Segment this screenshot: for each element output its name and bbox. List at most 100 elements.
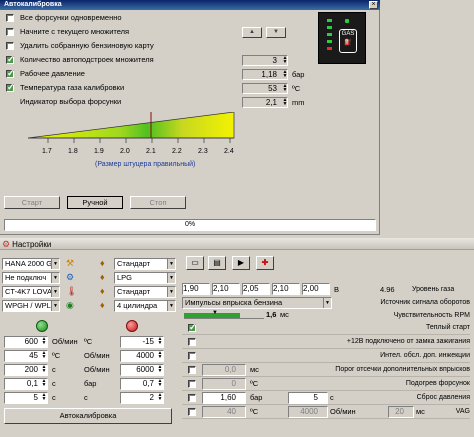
unit-label: с: [52, 379, 56, 388]
reducer-type-select[interactable]: Стандарт ▼: [114, 286, 176, 298]
unit-label: Об/мин: [84, 365, 110, 374]
spin-icon[interactable]: ▲ ▼: [281, 70, 289, 79]
spin-icon[interactable]: ▲ ▼: [40, 379, 48, 388]
spin-icon[interactable]: ▲ ▼: [281, 56, 289, 65]
progress-text: 0%: [184, 221, 196, 228]
reducer-icon: ♦: [100, 286, 105, 296]
settings-row-label: Порог отсечки дополнительных впрысков: [335, 366, 470, 373]
settings-row-label: +12В подключено от замка зажигания: [346, 338, 470, 345]
settings-row-checkbox[interactable]: [188, 380, 196, 388]
unit-label: бар: [250, 393, 263, 402]
pressure-sensor-select[interactable]: WPGH / WPL ▼: [2, 300, 60, 312]
spin-icon[interactable]: ▲ ▼: [156, 379, 164, 388]
window-title: Автокалибровка: [4, 1, 62, 8]
chevron-down-icon: ▼: [51, 287, 59, 297]
spin-icon[interactable]: ▲ ▼: [281, 98, 289, 107]
settings-row-value-3[interactable]: 20: [388, 406, 414, 418]
settings-row-value[interactable]: 0: [202, 378, 246, 390]
pressure-field-5[interactable]: 2,00: [302, 283, 330, 295]
slider-thumb-icon[interactable]: ▼: [212, 310, 218, 316]
rpm-sensitivity-label: Чувствительность RPM: [393, 312, 470, 319]
gas-level-value: 4.96: [380, 285, 395, 294]
app-icon: ⚙: [2, 239, 11, 249]
scale-tick-label: 2.2: [172, 148, 182, 155]
toolbar-button-1[interactable]: ▭: [186, 256, 204, 270]
cylinders-select[interactable]: 4 цилиндра ▼: [114, 300, 176, 312]
stop-button[interactable]: Стоп: [130, 196, 186, 209]
unit-label: Об/мин: [330, 407, 356, 416]
spin-icon[interactable]: ▲ ▼: [281, 84, 289, 93]
option-checkbox-all-injectors[interactable]: [6, 14, 14, 22]
chevron-down-icon: ▼: [51, 259, 59, 269]
scale-wedge: [28, 112, 235, 139]
settings-row-checkbox[interactable]: [188, 338, 196, 346]
settings-row-value[interactable]: 40: [202, 406, 246, 418]
option-label: Все форсунки одновременно: [20, 13, 122, 22]
settings-row-checkbox[interactable]: [188, 408, 196, 416]
option-checkbox-start-current[interactable]: [6, 28, 14, 36]
injector-type-select[interactable]: Стандарт ▼: [114, 258, 176, 270]
spin-icon[interactable]: ▲ ▼: [156, 365, 164, 374]
sensor-select[interactable]: Не подключ ▼: [2, 272, 60, 284]
option-checkbox-working-pressure[interactable]: [6, 68, 15, 79]
option-checkbox-gas-temperature[interactable]: [6, 82, 15, 93]
close-icon[interactable]: ×: [369, 1, 378, 9]
window-title: Настройки: [12, 240, 52, 249]
scale-tick-label: 1.9: [94, 148, 104, 155]
settings-row-checkbox[interactable]: [188, 366, 196, 374]
autocalibration-titlebar: Автокалибровка ×: [0, 0, 380, 10]
start-button[interactable]: Старт: [4, 196, 60, 209]
toolbar-button-3[interactable]: ▶: [232, 256, 250, 270]
scale-tick-label: 2.1: [146, 148, 156, 155]
toolbar-button-2[interactable]: ▤: [208, 256, 226, 270]
settings-row-value[interactable]: 1,60: [202, 392, 246, 404]
chevron-down-icon: ▼: [167, 287, 175, 297]
unit-label: ºC: [52, 351, 61, 360]
scale-tick-label: 2.3: [198, 148, 208, 155]
ecu-select[interactable]: HANA 2000 G ▼: [2, 258, 60, 270]
unit-label: ºC: [292, 84, 301, 93]
settings-row-checkbox[interactable]: [188, 394, 196, 402]
spin-icon[interactable]: ▲ ▼: [40, 337, 48, 346]
option-checkbox-autotune-count[interactable]: [6, 54, 15, 65]
unit-label: В: [334, 285, 340, 294]
gear-icon: ⚙: [66, 272, 75, 282]
unit-label: mm: [292, 98, 305, 107]
settings-row-checkbox[interactable]: [188, 322, 197, 333]
option-checkbox-delete-map[interactable]: [6, 42, 14, 50]
rpm-source-select[interactable]: Импульсы впрыска бензина ▼: [182, 297, 332, 309]
scale-tick-label: 1.7: [42, 148, 52, 155]
scale-tick-labels: 1.7 1.8 1.9 2.0 2.1 2.2 2.3 2.4: [28, 148, 240, 158]
gas-indicator-panel: GAS ⛽: [318, 12, 366, 64]
option-label: Количество автоподстроек множителя: [20, 55, 154, 64]
progress-bar: 0%: [4, 219, 376, 231]
spin-icon[interactable]: ▲ ▼: [40, 365, 48, 374]
settings-row-value-2[interactable]: 5: [288, 392, 328, 404]
spin-icon[interactable]: ▲ ▼: [40, 351, 48, 360]
pressure-field-4[interactable]: 2,10: [272, 283, 300, 295]
pressure-field-3[interactable]: 2,05: [242, 283, 270, 295]
scale-tick-label: 2.0: [120, 148, 130, 155]
pressure-field-2[interactable]: 2,10: [212, 283, 240, 295]
arrow-down-button[interactable]: ▼: [266, 27, 286, 38]
autocalibration-button[interactable]: Автокалибровка: [4, 408, 172, 424]
settings-row-checkbox[interactable]: [188, 352, 196, 360]
settings-row-value-2[interactable]: 4000: [288, 406, 328, 418]
temp-sensor-select[interactable]: CT-4K7 LOVA ▼: [2, 286, 60, 298]
spin-icon[interactable]: ▲ ▼: [156, 393, 164, 402]
spin-icon[interactable]: ▲ ▼: [156, 337, 164, 346]
add-button[interactable]: ✚: [256, 256, 274, 270]
fuel-type-select[interactable]: LPG ▼: [114, 272, 176, 284]
settings-row-label: Интел. обсл. доп. инжекции: [380, 352, 470, 359]
gauge-icon: ◉: [66, 300, 74, 310]
fuel-icon: ♦: [100, 272, 105, 282]
pressure-field-1[interactable]: 1,90: [182, 283, 210, 295]
unit-label: бар: [292, 70, 305, 79]
option-label: Рабочее давление: [20, 69, 85, 78]
settings-row-label: Подогрев форсунок: [405, 380, 470, 387]
manual-button[interactable]: Ручной: [67, 196, 123, 209]
arrow-up-button[interactable]: ▲: [242, 27, 262, 38]
settings-row-value[interactable]: 0,0: [202, 364, 246, 376]
spin-icon[interactable]: ▲ ▼: [156, 351, 164, 360]
spin-icon[interactable]: ▲ ▼: [40, 393, 48, 402]
